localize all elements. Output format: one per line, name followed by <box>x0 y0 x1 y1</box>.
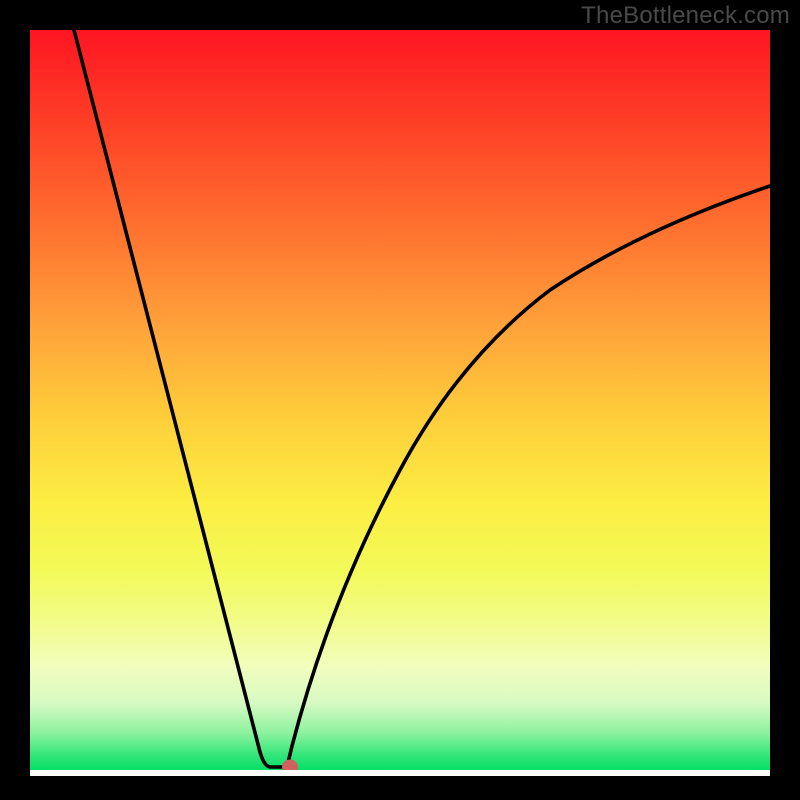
minimum-marker <box>282 760 298 771</box>
bottom-strip <box>30 770 770 776</box>
chart-frame: TheBottleneck.com <box>0 0 800 800</box>
plot-area <box>30 30 770 770</box>
bottleneck-curve <box>30 30 770 770</box>
curve-path <box>74 30 770 767</box>
watermark-text: TheBottleneck.com <box>581 2 790 30</box>
